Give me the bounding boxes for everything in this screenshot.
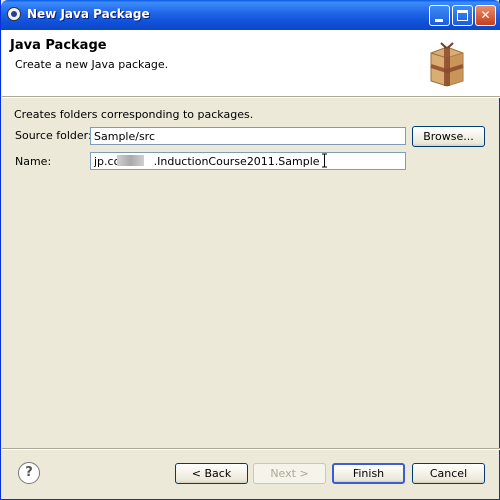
help-icon[interactable]: ? — [18, 462, 40, 484]
source-folder-label: Source folder: — [15, 129, 92, 142]
window-title: New Java Package — [27, 7, 150, 21]
new-java-package-dialog: New Java Package ✕ Java Package Create a… — [0, 0, 500, 500]
minimize-icon — [435, 19, 443, 22]
title-bar[interactable]: New Java Package ✕ — [1, 0, 500, 30]
next-button[interactable]: Next > — [253, 463, 326, 484]
maximize-icon — [457, 10, 468, 21]
header-divider-highlight — [2, 97, 500, 98]
name-label: Name: — [15, 155, 52, 168]
package-name-input[interactable]: jp.co. .InductionCourse2011.Sample — [90, 152, 406, 170]
maximize-button[interactable] — [452, 5, 473, 26]
minimize-button[interactable] — [429, 5, 450, 26]
close-button[interactable]: ✕ — [475, 5, 496, 26]
page-title: Java Package — [10, 38, 107, 53]
name-value-suffix: .InductionCourse2011.Sample — [153, 155, 320, 168]
footer-divider-highlight — [2, 449, 500, 450]
source-folder-input[interactable] — [90, 127, 406, 145]
info-message: Creates folders corresponding to package… — [14, 108, 254, 121]
eclipse-icon — [7, 7, 21, 21]
finish-button[interactable]: Finish — [332, 463, 405, 484]
page-description: Create a new Java package. — [15, 58, 169, 71]
package-icon — [430, 42, 464, 87]
cancel-button[interactable]: Cancel — [412, 463, 485, 484]
redacted-blur — [117, 155, 144, 166]
browse-button[interactable]: Browse... — [412, 126, 485, 147]
close-icon: ✕ — [480, 8, 491, 22]
text-cursor-icon — [322, 153, 327, 168]
wizard-header: Java Package Create a new Java package. — [2, 30, 500, 96]
back-button[interactable]: < Back — [175, 463, 248, 484]
